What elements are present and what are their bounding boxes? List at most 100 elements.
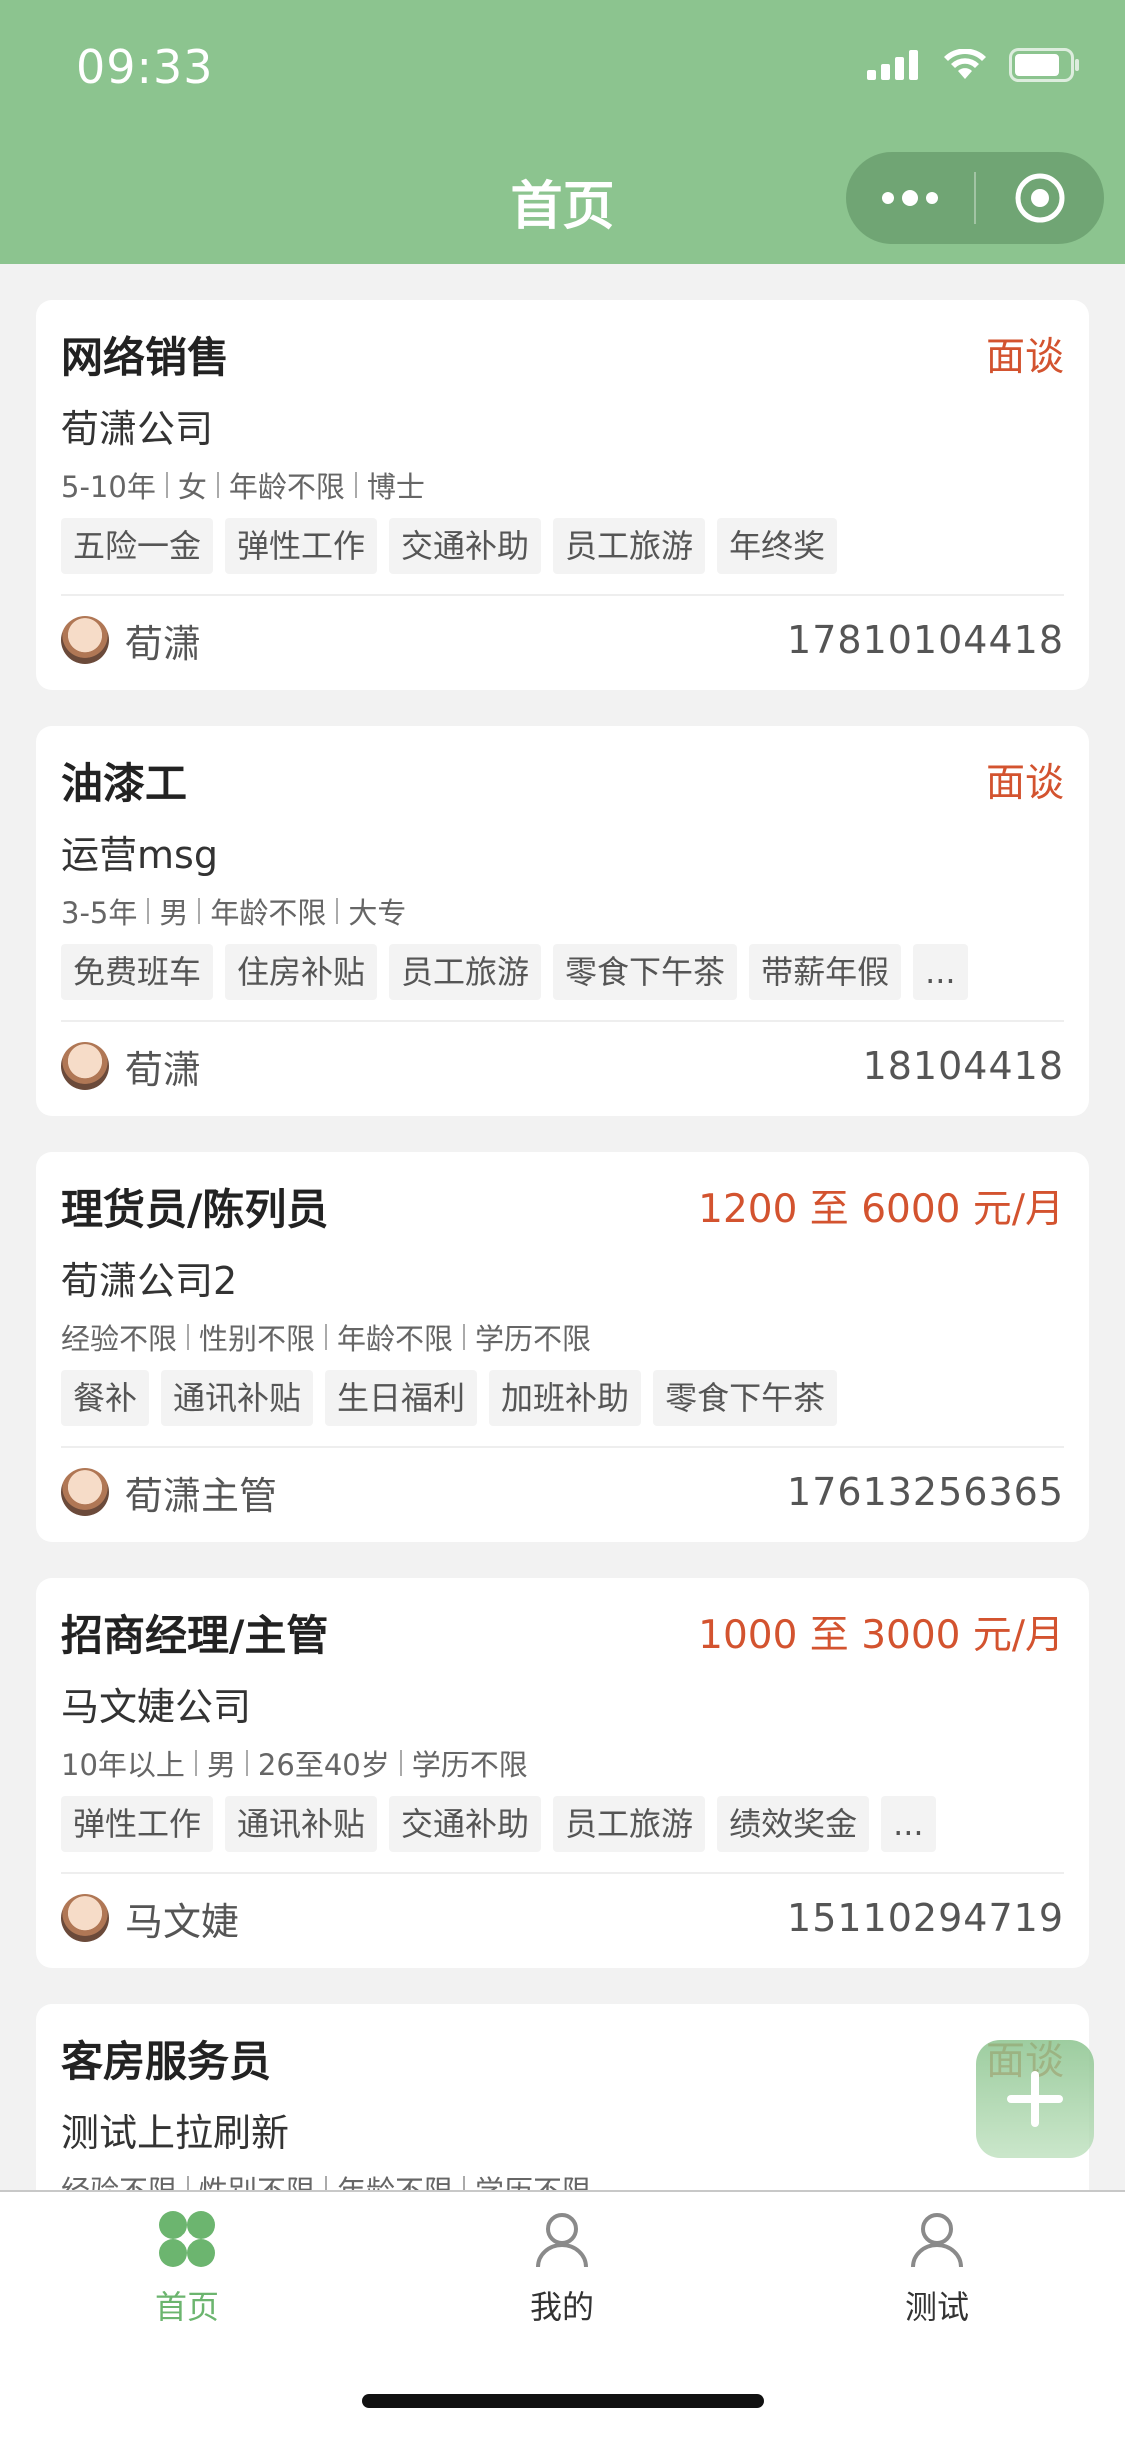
company-name: 运营msg xyxy=(61,833,218,877)
target-circle-icon xyxy=(1015,173,1065,223)
avatar xyxy=(61,1042,109,1090)
req-education: 博士 xyxy=(366,470,425,504)
benefit-tag: 零食下午茶 xyxy=(653,1370,838,1426)
req-experience: 3-5年 xyxy=(61,896,138,930)
req-age: 年龄不限 xyxy=(228,470,345,504)
req-gender: 性别不限 xyxy=(199,1322,316,1356)
job-title: 理货员/陈列员 xyxy=(61,1185,329,1234)
tab-mine[interactable]: 我的 xyxy=(462,2206,662,2328)
card-divider xyxy=(61,1872,1064,1874)
benefit-tag: 零食下午茶 xyxy=(553,944,738,1000)
add-job-button[interactable] xyxy=(976,2040,1094,2158)
job-title: 油漆工 xyxy=(61,759,188,808)
card-divider xyxy=(61,1446,1064,1448)
benefit-tag: 交通补助 xyxy=(389,1796,542,1852)
req-experience: 5-10年 xyxy=(61,470,156,504)
benefit-tag: 五险一金 xyxy=(61,518,214,574)
req-separator xyxy=(399,1750,402,1776)
company-name: 荀潇公司2 xyxy=(61,1259,238,1303)
benefit-tags: 餐补 通讯补贴 生日福利 加班补助 零食下午茶 xyxy=(61,1370,838,1426)
req-separator xyxy=(187,1324,190,1350)
benefit-tag: 年终奖 xyxy=(717,518,838,574)
req-separator xyxy=(336,898,339,924)
req-gender: 男 xyxy=(206,1748,236,1782)
req-separator xyxy=(198,898,201,924)
job-requirements: 经验不限 性别不限 年龄不限 学历不限 xyxy=(61,1316,591,1358)
more-button[interactable] xyxy=(846,152,974,244)
company-name: 测试上拉刷新 xyxy=(61,2111,290,2155)
benefit-tag: 通讯补贴 xyxy=(161,1370,314,1426)
avatar xyxy=(61,1894,109,1942)
req-education: 大专 xyxy=(348,896,407,930)
contact-phone[interactable]: 15110294719 xyxy=(787,1896,1064,1940)
req-separator xyxy=(325,1324,328,1350)
more-tags: ... xyxy=(881,1796,936,1852)
contact-phone[interactable]: 18104418 xyxy=(863,1044,1064,1088)
contact-name: 荀潇 xyxy=(125,621,202,666)
req-education: 学历不限 xyxy=(475,1322,592,1356)
benefit-tag: 免费班车 xyxy=(61,944,214,1000)
nav-header: 09:33 首页 xyxy=(0,0,1125,264)
req-separator xyxy=(216,472,219,498)
battery-icon xyxy=(1009,48,1079,82)
benefit-tag: 员工旅游 xyxy=(553,1796,706,1852)
benefit-tag: 生日福利 xyxy=(325,1370,478,1426)
tab-label: 我的 xyxy=(529,2288,594,2326)
benefit-tag: 员工旅游 xyxy=(389,944,542,1000)
job-salary: 面谈 xyxy=(985,761,1064,806)
home-indicator xyxy=(362,2394,764,2408)
job-card[interactable]: 理货员/陈列员 1200 至 6000 元/月 荀潇公司2 经验不限 性别不限 … xyxy=(36,1152,1089,1542)
more-dots-icon xyxy=(882,190,938,206)
req-experience: 经验不限 xyxy=(61,1322,178,1356)
req-separator xyxy=(463,1324,466,1350)
tab-home[interactable]: 首页 xyxy=(87,2206,287,2328)
contact-row: 荀潇主管 17613256365 xyxy=(61,1462,1064,1522)
job-salary: 面谈 xyxy=(985,335,1064,380)
job-requirements: 3-5年 男 年龄不限 大专 xyxy=(61,890,406,932)
contact-name: 马文婕 xyxy=(125,1899,240,1944)
contact-row: 荀潇 17810104418 xyxy=(61,610,1064,670)
benefit-tag: 住房补贴 xyxy=(225,944,378,1000)
tab-label: 首页 xyxy=(154,2288,219,2326)
signal-icon xyxy=(867,50,918,80)
wifi-icon xyxy=(944,49,986,79)
person-icon xyxy=(904,2206,970,2272)
benefit-tag: 餐补 xyxy=(61,1370,150,1426)
plus-icon xyxy=(1007,2071,1063,2127)
job-requirements: 5-10年 女 年龄不限 博士 xyxy=(61,464,425,506)
req-separator xyxy=(354,472,357,498)
benefit-tag: 弹性工作 xyxy=(225,518,378,574)
benefit-tag: 通讯补贴 xyxy=(225,1796,378,1852)
company-name: 荀潇公司 xyxy=(61,407,214,451)
benefit-tag: 弹性工作 xyxy=(61,1796,214,1852)
req-experience: 10年以上 xyxy=(61,1748,185,1782)
job-title: 招商经理/主管 xyxy=(61,1611,329,1660)
card-divider xyxy=(61,594,1064,596)
tab-label: 测试 xyxy=(904,2288,969,2326)
contact-row: 马文婕 15110294719 xyxy=(61,1888,1064,1948)
close-button[interactable] xyxy=(976,152,1104,244)
contact-name: 荀潇 xyxy=(125,1047,202,1092)
job-card[interactable]: 网络销售 面谈 荀潇公司 5-10年 女 年龄不限 博士 五险一金 弹性工作 交… xyxy=(36,300,1089,690)
benefit-tag: 交通补助 xyxy=(389,518,542,574)
req-age: 年龄不限 xyxy=(337,1322,454,1356)
benefit-tag: 加班补助 xyxy=(489,1370,642,1426)
job-title: 网络销售 xyxy=(61,333,230,382)
contact-phone[interactable]: 17613256365 xyxy=(787,1470,1064,1514)
req-age: 年龄不限 xyxy=(210,896,327,930)
status-time: 09:33 xyxy=(76,40,214,94)
job-card[interactable]: 招商经理/主管 1000 至 3000 元/月 马文婕公司 10年以上 男 26… xyxy=(36,1578,1089,1968)
person-icon xyxy=(529,2206,595,2272)
card-divider xyxy=(61,1020,1064,1022)
job-title: 客房服务员 xyxy=(61,2037,272,2086)
contact-row: 荀潇 18104418 xyxy=(61,1036,1064,1096)
mini-program-capsule xyxy=(846,152,1104,244)
contact-phone[interactable]: 17810104418 xyxy=(787,618,1064,662)
req-separator xyxy=(165,472,168,498)
job-card[interactable]: 油漆工 面谈 运营msg 3-5年 男 年龄不限 大专 免费班车 住房补贴 员工… xyxy=(36,726,1089,1116)
tab-test[interactable]: 测试 xyxy=(837,2206,1037,2328)
company-name: 马文婕公司 xyxy=(61,1685,252,1729)
req-separator xyxy=(147,898,150,924)
req-gender: 男 xyxy=(159,896,189,930)
benefit-tags: 免费班车 住房补贴 员工旅游 零食下午茶 带薪年假 ... xyxy=(61,944,968,1000)
